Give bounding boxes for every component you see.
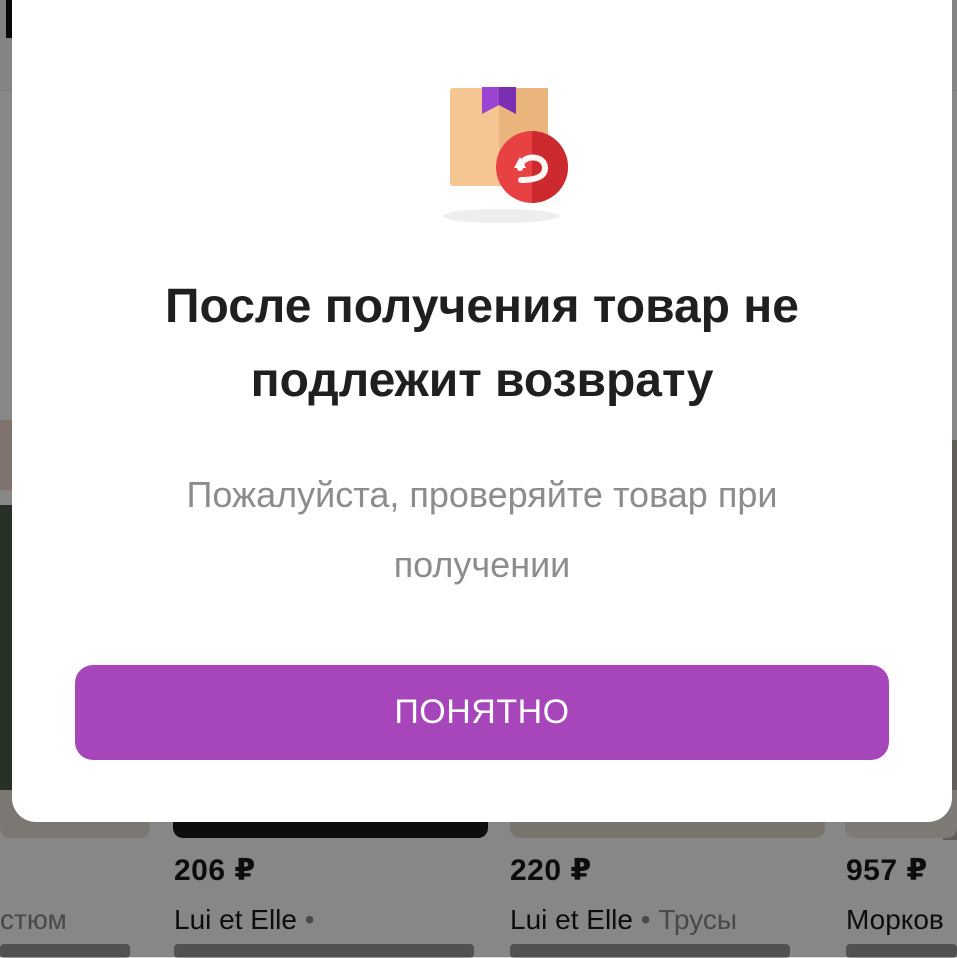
box-return-icon bbox=[443, 87, 568, 223]
confirm-button[interactable]: ПОНЯТНО bbox=[75, 665, 889, 760]
modal-title: После получения товар не подлежит возвра… bbox=[165, 280, 799, 407]
return-policy-modal: После получения товар не подлежит возвра… bbox=[12, 0, 952, 822]
modal-subtitle: Пожалуйста, проверяйте товар при получен… bbox=[186, 474, 778, 585]
